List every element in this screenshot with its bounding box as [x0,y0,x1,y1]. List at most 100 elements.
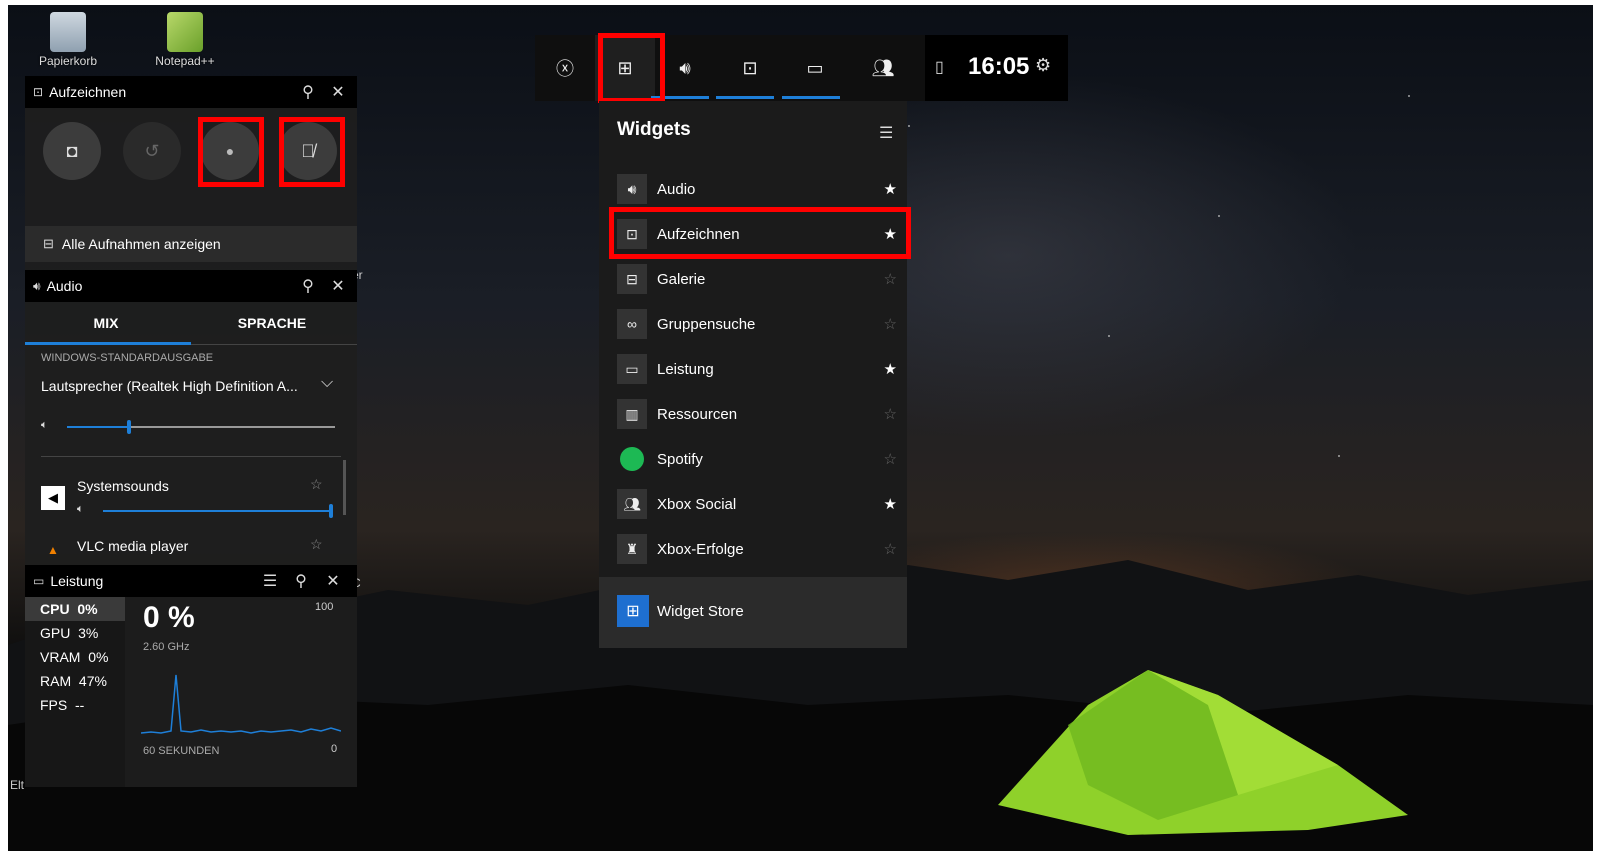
show-all-captures-link[interactable]: ⊟ Alle Aufnahmen anzeigen [25,226,357,262]
record-last-button[interactable]: ↺ [123,122,181,180]
widget-item-spotify[interactable]: Spotify ☆ [617,441,897,477]
speaker-icon: 🔈︎ [41,419,48,431]
close-icon[interactable]: ✕ [328,82,348,102]
widget-item-label: Ressourcen [657,405,738,423]
settings-gear-icon[interactable]: ⚙ [1035,55,1051,76]
highlight-box [598,33,665,103]
widget-item-xbox-social[interactable]: 👥︎ Xbox Social ★ [617,486,897,522]
output-device-select[interactable]: Lautsprecher (Realtek High Definition A.… [41,378,311,394]
output-header: WINDOWS-STANDARDAUSGABE [41,352,214,364]
social-icon: 👥︎ [871,57,895,78]
widget-item-gruppensuche[interactable]: ∞ Gruppensuche ☆ [617,306,897,342]
audio-widget-header[interactable]: 🔊︎ Audio ⚲ ✕ [25,270,357,302]
metric-gpu[interactable]: GPU 3% [25,621,125,645]
app-name: VLC media player [77,538,189,554]
notepadpp-icon [167,12,203,52]
speaker-icon: 🔊︎ [33,278,41,293]
binoculars-icon: ∞ [617,309,647,339]
speaker-icon: 🔊︎ [617,174,647,204]
close-icon[interactable]: ✕ [328,276,348,296]
audio-widget-title: Audio [46,278,83,294]
close-icon[interactable]: ✕ [323,571,343,591]
chevron-down-icon[interactable]: ⌵ [321,374,333,392]
resources-icon: ▥ [617,399,647,429]
star-outline-icon[interactable]: ☆ [884,540,897,558]
widget-item-leistung[interactable]: ▭ Leistung ★ [617,351,897,387]
record-last-icon: ↺ [144,140,160,161]
star-outline-icon[interactable]: ☆ [884,315,897,333]
social-icon: 👥︎ [617,489,647,519]
metric-cpu[interactable]: CPU 0% [25,597,125,621]
record-widget-title: Aufzeichnen [49,84,127,100]
screenshot-button[interactable]: ◘ [43,122,101,180]
performance-button[interactable]: ▭ [785,35,845,101]
metric-fps[interactable]: FPS -- [25,693,125,717]
star-outline-icon[interactable]: ☆ [310,536,323,553]
spotify-icon [617,444,647,474]
camera-icon: ◘ [66,140,78,161]
recycle-bin-icon [50,12,86,52]
social-button[interactable]: 👥︎ [853,35,913,101]
divider [41,456,341,457]
app-name: Systemsounds [77,478,169,494]
speaker-icon: 🔊︎ [679,57,691,78]
capture-button[interactable]: ⊡ [720,35,780,101]
systemsounds-icon: ◀ [41,486,65,510]
record-widget-header[interactable]: ⊡ Aufzeichnen ⚲ ✕ [25,76,357,108]
star-filled-icon[interactable]: ★ [884,495,897,513]
widgets-menu: Widgets ☰ 🔊︎ Audio ★ ⊡ Aufzeichnen ★ ⊟ G… [599,101,907,648]
desktop-text-fragment: Elt [10,778,25,792]
star-outline-icon[interactable]: ☆ [884,270,897,288]
performance-widget: ▭ Leistung ☰ ⚲ ✕ CPU 0% GPU 3% VRAM 0% R… [25,565,357,787]
star-filled-icon[interactable]: ★ [884,180,897,198]
metric-ram[interactable]: RAM 47% [25,669,125,693]
widget-item-galerie[interactable]: ⊟ Galerie ☆ [617,261,897,297]
tab-mix[interactable]: MIX [25,302,187,344]
widget-item-label: Xbox Social [657,495,737,513]
highlight-box [279,117,345,187]
tab-indicator [25,342,191,345]
star-outline-icon[interactable]: ☆ [884,405,897,423]
trophy-icon: ♜ [617,534,647,564]
active-indicator [782,96,840,99]
desktop-icon-label: Papierkorb [38,54,98,68]
highlight-box [198,117,264,187]
performance-widget-header[interactable]: ▭ Leistung ☰ ⚲ ✕ [25,565,357,597]
record-icon: ⊡ [742,57,758,78]
metric-vram[interactable]: VRAM 0% [25,645,125,669]
settings-sliders-icon[interactable]: ☰ [879,123,893,143]
performance-icon: ▭ [806,57,824,78]
highlight-box [609,207,911,259]
widget-item-audio[interactable]: 🔊︎ Audio ★ [617,171,897,207]
settings-sliders-icon[interactable]: ☰ [260,571,280,591]
clock: 16:05 [968,53,1030,80]
record-icon: ⊡ [33,85,44,99]
xbox-button[interactable]: ⓧ [535,35,595,101]
show-all-captures-label: Alle Aufnahmen anzeigen [61,236,221,252]
performance-widget-title: Leistung [50,573,104,589]
tab-sprache[interactable]: SPRACHE [191,302,353,344]
star-filled-icon[interactable]: ★ [884,360,897,378]
star-outline-icon[interactable]: ☆ [884,450,897,468]
cpu-graph [141,674,341,734]
widget-item-ressourcen[interactable]: ▥ Ressourcen ☆ [617,396,897,432]
widgets-menu-title: Widgets [617,119,691,140]
audio-widget: 🔊︎ Audio ⚲ ✕ MIX SPRACHE WINDOWS-STANDAR… [25,270,357,565]
widget-store-link[interactable]: ⊞ Widget Store [599,577,907,648]
widget-item-label: Xbox-Erfolge [657,540,744,558]
graph-time-label: 60 SEKUNDEN [143,745,220,757]
desktop-icon-recycle-bin[interactable]: Papierkorb [28,12,108,68]
cpu-frequency: 2.60 GHz [143,641,190,653]
desktop-icon-notepadpp[interactable]: Notepad++ [145,12,225,68]
scrollbar[interactable] [343,460,346,515]
pin-icon[interactable]: ⚲ [298,276,318,296]
widget-item-label: Gruppensuche [657,315,756,333]
widget-item-label: Audio [657,180,696,198]
widget-item-xbox-erfolge[interactable]: ♜ Xbox-Erfolge ☆ [617,531,897,567]
gallery-icon: ⊟ [43,236,54,251]
pin-icon[interactable]: ⚲ [291,571,311,591]
widget-store-icon: ⊞ [617,595,649,627]
active-indicator [716,96,774,99]
pin-icon[interactable]: ⚲ [298,82,318,102]
star-outline-icon[interactable]: ☆ [310,476,323,493]
